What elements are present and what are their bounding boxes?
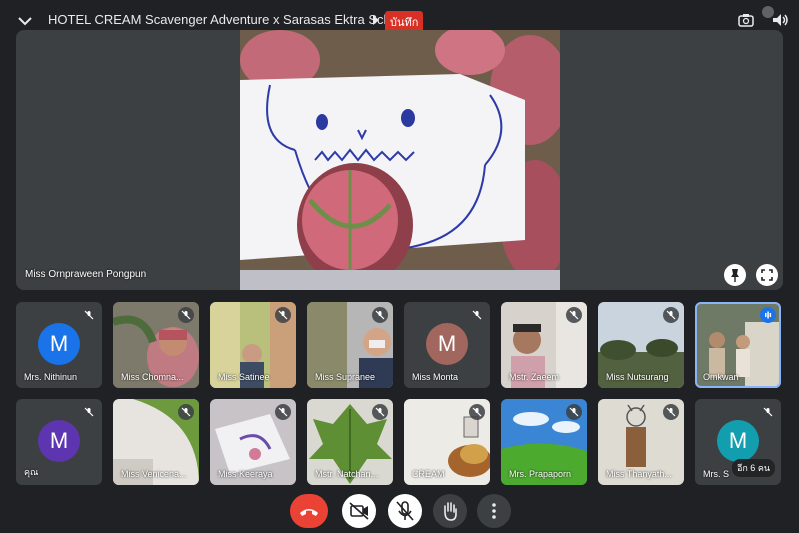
participant-name: Mrs. Prapaporn <box>509 469 572 479</box>
participant-tile[interactable]: Mstr. Zaeem <box>501 302 587 388</box>
fullscreen-button[interactable] <box>756 264 778 286</box>
close-icon[interactable] <box>762 6 774 18</box>
end-call-button[interactable] <box>290 494 328 528</box>
participant-tile-active-speaker[interactable]: Omkwan <box>695 302 781 388</box>
participant-name: Miss Venicena... <box>121 469 187 479</box>
mic-off-icon <box>396 501 414 521</box>
raise-hand-button[interactable] <box>433 494 467 528</box>
mic-off-icon <box>372 404 388 420</box>
participant-tile[interactable]: M Mrs. Nithinun <box>16 302 102 388</box>
main-video-feed <box>240 30 560 290</box>
phone-hangup-icon <box>300 509 318 516</box>
participant-name: คุณ <box>24 467 39 477</box>
participant-name: Miss Satinee <box>218 372 270 382</box>
mic-off-icon <box>469 404 485 420</box>
mic-off-icon <box>178 307 194 323</box>
mic-off-icon <box>372 307 388 323</box>
participant-tile[interactable]: Miss Venicena... <box>113 399 199 485</box>
mic-off-icon <box>469 307 485 323</box>
pin-button[interactable] <box>724 264 746 286</box>
meeting-title: HOTEL CREAM Scavenger Adventure x Sarasa… <box>48 12 409 27</box>
participant-tile[interactable]: Mstr. Natchan... <box>307 399 393 485</box>
more-options-button[interactable] <box>477 494 511 528</box>
hand-icon <box>444 502 457 521</box>
more-vert-icon <box>492 503 496 519</box>
participant-name: Miss Chomna... <box>121 372 184 382</box>
mic-off-icon <box>275 404 291 420</box>
video-frame-image <box>240 30 560 290</box>
participant-name: Miss Keeraya <box>218 469 273 479</box>
participant-tile[interactable]: Miss Nutsurang <box>598 302 684 388</box>
mic-off-icon <box>178 404 194 420</box>
avatar: M <box>38 323 80 365</box>
mic-off-icon <box>566 307 582 323</box>
participant-name: Omkwan <box>703 372 739 382</box>
camera-toggle-button[interactable] <box>342 494 376 528</box>
camera-switch-icon[interactable] <box>736 10 756 30</box>
avatar: M <box>717 420 759 462</box>
participant-name: Mstr. Natchan... <box>315 469 379 479</box>
avatar: M <box>38 420 80 462</box>
participant-tile[interactable]: M Mrs. S อีก 6 คน <box>695 399 781 485</box>
camera-off-icon <box>349 502 369 520</box>
fullscreen-icon <box>761 269 773 281</box>
participant-name: Mrs. S <box>703 469 729 479</box>
participant-tile[interactable]: Miss Supranee <box>307 302 393 388</box>
speaking-indicator-icon <box>760 307 776 323</box>
mic-off-icon <box>760 404 776 420</box>
participant-tile[interactable]: Miss Thanyath... <box>598 399 684 485</box>
participant-tile[interactable]: Miss Chomna... <box>113 302 199 388</box>
participant-tile[interactable]: M คุณ <box>16 399 102 485</box>
mic-toggle-button[interactable] <box>388 494 422 528</box>
participant-name: Miss Monta <box>412 372 459 382</box>
participant-name: Miss Thanyath... <box>606 469 672 479</box>
mic-off-icon <box>275 307 291 323</box>
more-participants-badge[interactable]: อีก 6 คน <box>731 459 775 477</box>
mic-off-icon <box>566 404 582 420</box>
participant-tile[interactable]: M Miss Monta <box>404 302 490 388</box>
mic-off-icon <box>663 307 679 323</box>
caret-right-icon <box>373 15 379 25</box>
avatar: M <box>426 323 468 365</box>
participant-name: CREAM <box>412 469 445 479</box>
participant-name: Miss Nutsurang <box>606 372 669 382</box>
participant-name: Mstr. Zaeem <box>509 372 560 382</box>
participant-name: Mrs. Nithinun <box>24 372 78 382</box>
main-speaker-name: Miss Ornpraween Pongpun <box>25 269 147 280</box>
participant-tile[interactable]: Miss Keeraya <box>210 399 296 485</box>
mic-off-icon <box>663 404 679 420</box>
mic-off-icon <box>81 404 97 420</box>
mic-off-icon <box>81 307 97 323</box>
pin-icon <box>731 269 739 282</box>
participant-tile[interactable]: CREAM <box>404 399 490 485</box>
main-video-tile[interactable]: Miss Ornpraween Pongpun <box>16 30 783 290</box>
participant-name: Miss Supranee <box>315 372 376 382</box>
participant-tile[interactable]: Miss Satinee <box>210 302 296 388</box>
participant-tile[interactable]: Mrs. Prapaporn <box>501 399 587 485</box>
chevron-down-icon[interactable] <box>16 12 34 30</box>
